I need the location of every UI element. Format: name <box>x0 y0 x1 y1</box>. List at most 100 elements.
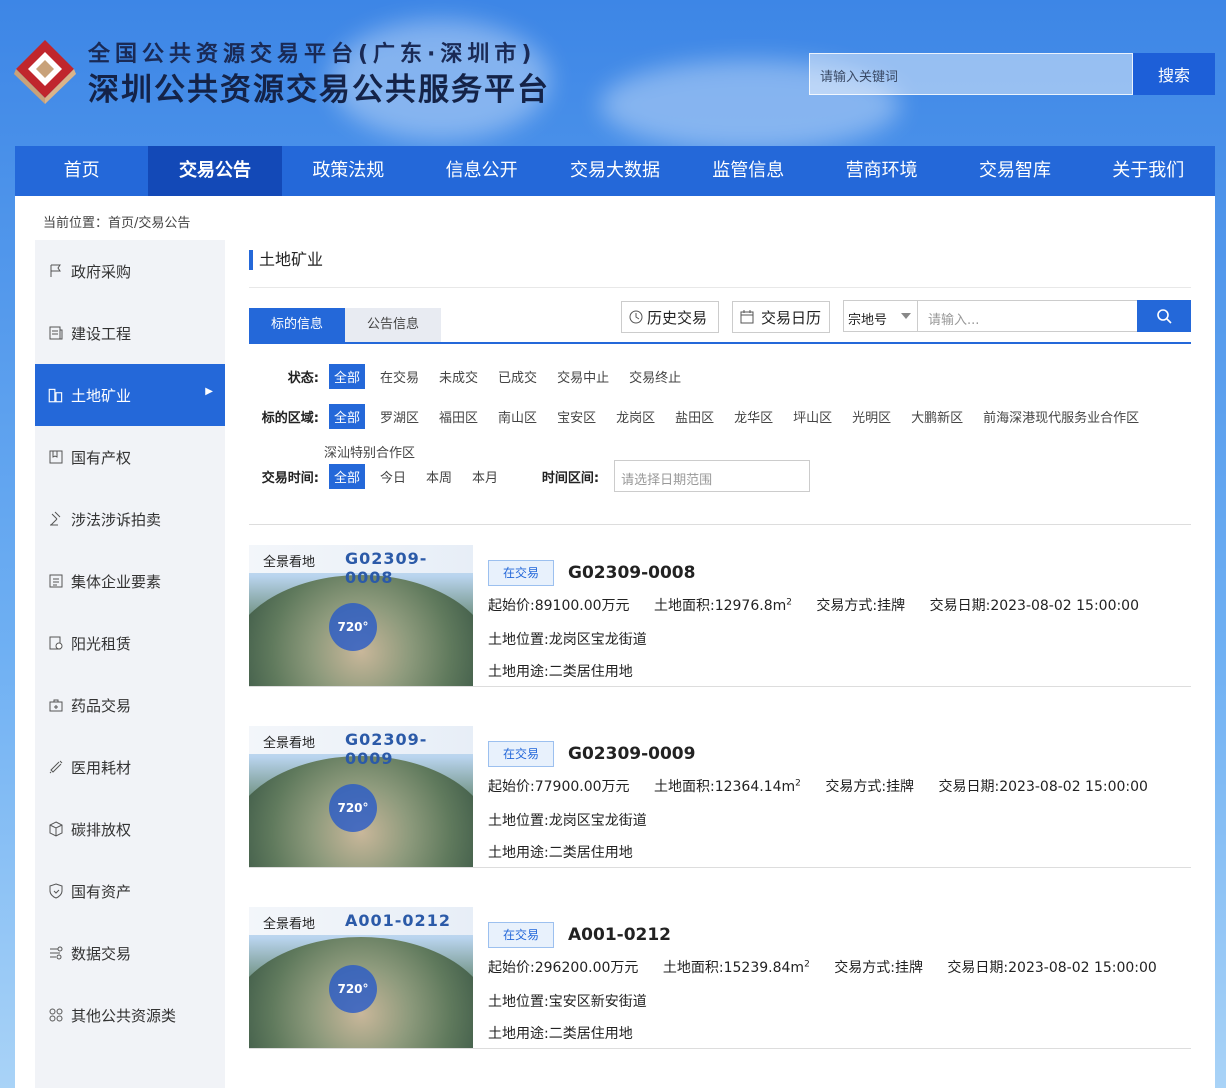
sidebar-item-land-mining[interactable]: 土地矿业 ▶ <box>35 364 225 426</box>
filter-option[interactable]: 未成交 <box>434 364 483 389</box>
keyword-input[interactable]: 请输入... <box>918 300 1138 332</box>
sidebar-item-medical-consumables[interactable]: 医用耗材 <box>35 736 225 798</box>
trade-calendar-button[interactable]: 交易日历 <box>732 301 830 333</box>
panorama-thumbnail[interactable]: 全景看地 A001-0212 720° <box>249 907 473 1048</box>
field-select[interactable]: 宗地号 <box>843 300 918 332</box>
filter-option[interactable]: 罗湖区 <box>375 404 424 429</box>
cube-icon <box>47 820 65 838</box>
filter-option[interactable]: 交易终止 <box>624 364 686 389</box>
filter-option[interactable]: 光明区 <box>847 404 896 429</box>
thumbnail-brand: 全景看地 <box>263 736 316 751</box>
document-icon <box>47 324 65 342</box>
trade-date: 2023-08-02 15:00:00 <box>1008 960 1157 976</box>
tab-target-info[interactable]: 标的信息 <box>249 308 345 342</box>
filter-option[interactable]: 全部 <box>329 463 366 489</box>
sidebar-item-judicial-auction[interactable]: 涉法涉诉拍卖 <box>35 488 225 550</box>
area-label: 土地面积: <box>653 779 715 795</box>
section-title: 土地矿业 <box>249 250 323 270</box>
date-label: 交易日期: <box>929 598 991 614</box>
filter-option[interactable]: 已成交 <box>493 364 542 389</box>
listing-summary: 起始价:77900.00万元 土地面积:12364.14m2 交易方式:挂牌 交… <box>488 776 1168 796</box>
medkit-icon <box>47 696 65 714</box>
area-unit-sup: 2 <box>804 959 810 970</box>
site-search-button[interactable]: 搜索 <box>1133 53 1215 95</box>
list-icon <box>47 572 65 590</box>
nav-policy[interactable]: 政策法规 <box>282 146 415 196</box>
sidebar-item-label: 其他公共资源类 <box>71 1006 177 1025</box>
sidebar-item-construction[interactable]: 建设工程 <box>35 302 225 364</box>
sidebar-item-state-property[interactable]: 国有产权 <box>35 426 225 488</box>
filter-option[interactable]: 坪山区 <box>788 404 837 429</box>
nav-business-env[interactable]: 营商环境 <box>815 146 948 196</box>
listing-code[interactable]: A001-0212 <box>568 925 671 945</box>
listing-card[interactable]: 全景看地 G02309-0008 720° 在交易 G02309-0008 起始… <box>249 525 1191 687</box>
status-badge: 在交易 <box>488 560 554 586</box>
filter-option[interactable]: 今日 <box>375 464 411 489</box>
filter-option[interactable]: 全部 <box>329 364 366 389</box>
sidebar-item-label: 医用耗材 <box>71 758 132 777</box>
trade-method: 挂牌 <box>894 960 923 976</box>
filter-option[interactable]: 本周 <box>421 464 457 489</box>
filter-option[interactable]: 福田区 <box>434 404 483 429</box>
start-price: 77900.00万元 <box>534 779 630 795</box>
land-location: 龙岗区宝龙街道 <box>548 632 647 648</box>
listing-location: 土地位置:龙岗区宝龙街道 <box>488 629 647 649</box>
land-area: 12976.8m <box>714 598 787 614</box>
filter-label: 交易时间: <box>261 470 319 486</box>
listing-summary: 起始价:296200.00万元 土地面积:15239.84m2 交易方式:挂牌 … <box>488 957 1177 977</box>
site-search-input[interactable]: 请输入关键词 <box>809 53 1133 95</box>
filter-option[interactable]: 在交易 <box>375 364 424 389</box>
filter-option[interactable]: 全部 <box>329 404 366 429</box>
listing-card[interactable]: 全景看地 A001-0212 720° 在交易 A001-0212 起始价:29… <box>249 887 1191 1049</box>
search-icon <box>1157 309 1172 324</box>
nav-think-tank[interactable]: 交易智库 <box>948 146 1081 196</box>
panorama-thumbnail[interactable]: 全景看地 G02309-0009 720° <box>249 726 473 867</box>
start-price: 89100.00万元 <box>534 598 630 614</box>
sidebar-item-state-assets[interactable]: 国有资产 <box>35 860 225 922</box>
listing-code[interactable]: G02309-0009 <box>568 744 695 764</box>
area-label: 土地面积: <box>653 598 715 614</box>
site-header: 全国公共资源交易平台(广东·深圳市) 深圳公共资源交易公共服务平台 请输入关键词… <box>0 0 1226 146</box>
filter-option[interactable]: 宝安区 <box>552 404 601 429</box>
method-label: 交易方式: <box>825 779 887 795</box>
filter-option[interactable]: 大鹏新区 <box>906 404 968 429</box>
tab-announcement-info[interactable]: 公告信息 <box>345 308 441 342</box>
history-trade-label: 历史交易 <box>647 308 708 327</box>
listing-code[interactable]: G02309-0008 <box>568 563 695 583</box>
sidebar-item-other-resources[interactable]: 其他公共资源类 <box>35 984 225 1046</box>
sidebar-item-carbon-emission[interactable]: 碳排放权 <box>35 798 225 860</box>
filter-option[interactable]: 盐田区 <box>670 404 719 429</box>
sidebar-item-gov-procurement[interactable]: 政府采购 <box>35 240 225 302</box>
filter-option[interactable]: 前海深港现代服务业合作区 <box>978 404 1144 429</box>
location-label: 土地位置: <box>488 813 549 829</box>
nav-big-data[interactable]: 交易大数据 <box>548 146 681 196</box>
filter-option[interactable]: 本月 <box>467 464 503 489</box>
area-label: 土地面积: <box>662 960 724 976</box>
filter-option[interactable]: 龙华区 <box>729 404 778 429</box>
sidebar-item-drug-trade[interactable]: 药品交易 <box>35 674 225 736</box>
filter-option[interactable]: 龙岗区 <box>611 404 660 429</box>
nav-disclosure[interactable]: 信息公开 <box>415 146 548 196</box>
nav-home[interactable]: 首页 <box>15 146 148 196</box>
date-range-input[interactable]: 请选择日期范围 <box>614 460 811 492</box>
history-trade-button[interactable]: 历史交易 <box>621 301 719 333</box>
listing-use: 土地用途:二类居住用地 <box>488 1023 633 1043</box>
filter-option[interactable]: 交易中止 <box>552 364 614 389</box>
sidebar-item-sunshine-lease[interactable]: 阳光租赁 <box>35 612 225 674</box>
sidebar-item-label: 涉法涉诉拍卖 <box>71 510 162 529</box>
section-header: 土地矿业 <box>249 240 1191 288</box>
nav-announcements[interactable]: 交易公告 <box>148 146 282 196</box>
thumbnail-code: A001-0212 <box>345 911 451 930</box>
filter-option[interactable]: 南山区 <box>493 404 542 429</box>
panorama-thumbnail[interactable]: 全景看地 G02309-0008 720° <box>249 545 473 686</box>
listing-use: 土地用途:二类居住用地 <box>488 842 633 862</box>
panorama-720-icon: 720° <box>329 784 377 832</box>
sidebar-item-data-trade[interactable]: 数据交易 <box>35 922 225 984</box>
listing-card[interactable]: 全景看地 G02309-0009 720° 在交易 G02309-0009 起始… <box>249 706 1191 868</box>
sidebar-item-collective-enterprise[interactable]: 集体企业要素 <box>35 550 225 612</box>
keyword-search-button[interactable] <box>1137 300 1191 332</box>
time-filter: 交易时间: 全部 今日 本周 本月 时间区间: 请选择日期范围 <box>249 460 1191 492</box>
history-icon <box>629 310 643 324</box>
nav-about[interactable]: 关于我们 <box>1082 146 1215 196</box>
nav-supervision[interactable]: 监管信息 <box>682 146 815 196</box>
